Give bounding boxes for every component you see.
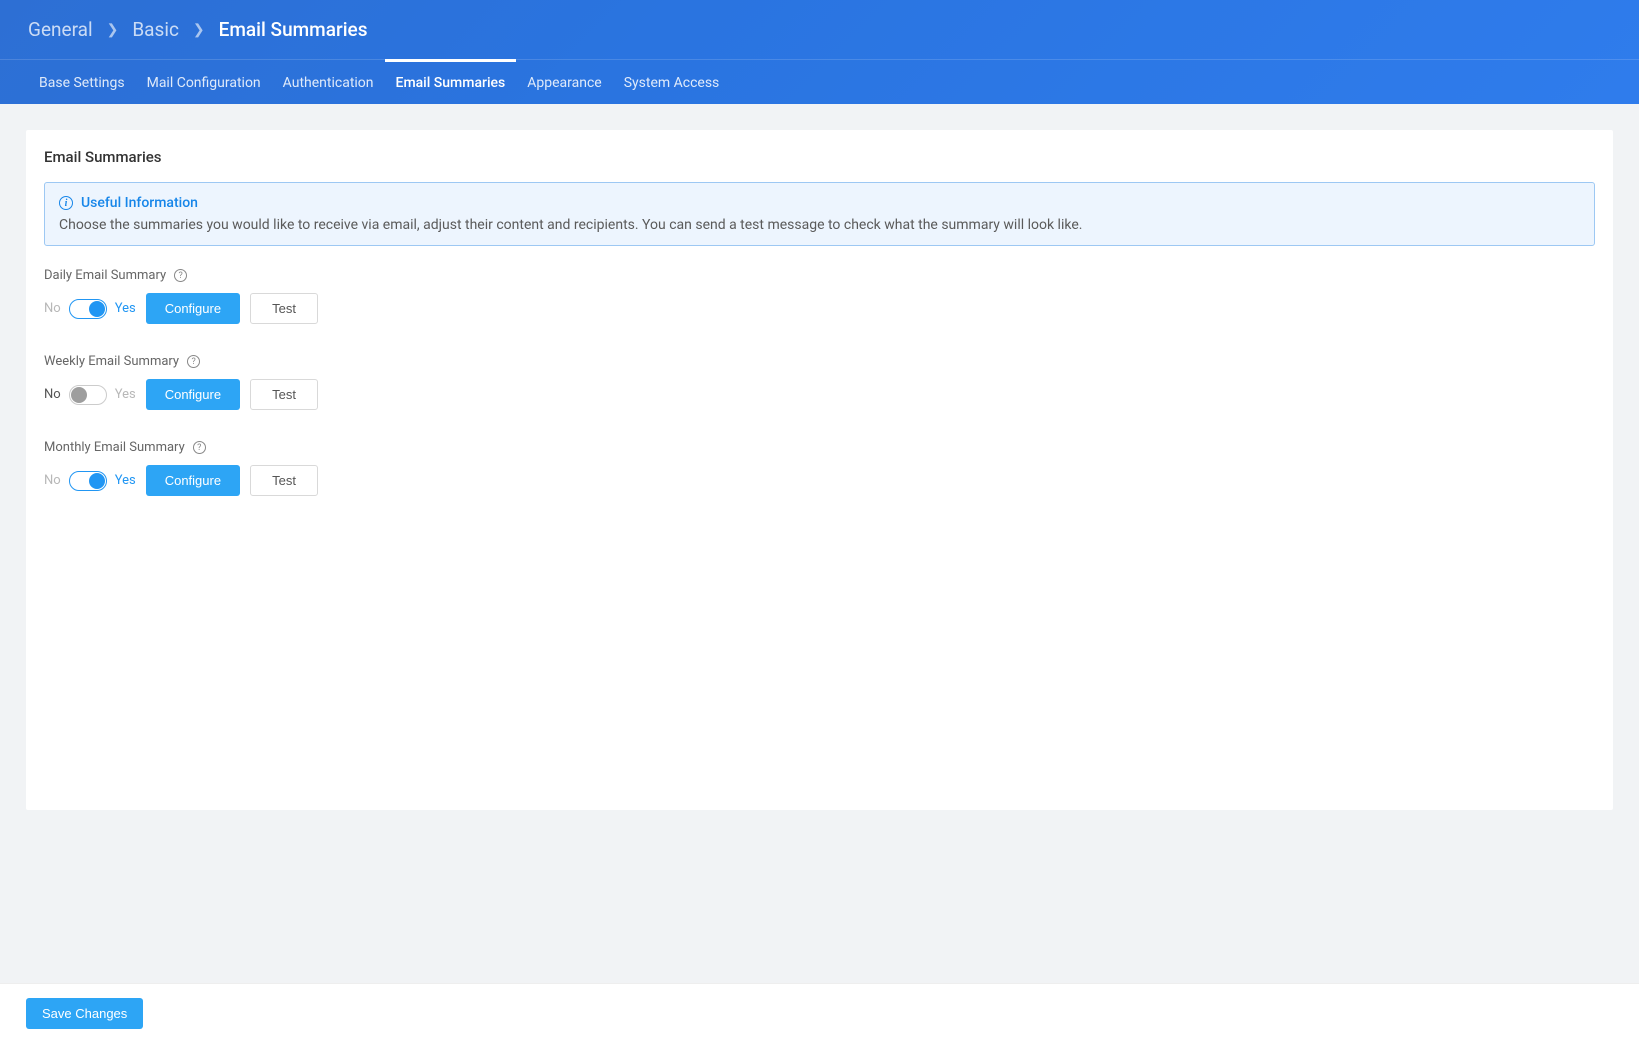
toggle-weekly-wrap: No Yes xyxy=(44,385,136,405)
breadcrumb: General ❯ Basic ❯ Email Summaries xyxy=(0,0,1639,59)
info-title-text: Useful Information xyxy=(81,195,198,211)
info-box: i Useful Information Choose the summarie… xyxy=(44,182,1595,246)
tab-bar: Base Settings Mail Configuration Authent… xyxy=(0,59,1639,104)
breadcrumb-email-summaries: Email Summaries xyxy=(219,18,368,41)
chevron-right-icon: ❯ xyxy=(193,22,205,38)
configure-weekly-button[interactable]: Configure xyxy=(146,379,240,410)
tab-authentication[interactable]: Authentication xyxy=(272,59,385,104)
toggle-monthly-wrap: No Yes xyxy=(44,471,136,491)
toggle-yes-label: Yes xyxy=(115,473,136,488)
info-icon: i xyxy=(59,196,73,210)
summary-weekly: Weekly Email Summary ? No Yes Configure … xyxy=(44,354,1595,410)
page-header: General ❯ Basic ❯ Email Summaries Base S… xyxy=(0,0,1639,104)
summary-monthly-label: Monthly Email Summary ? xyxy=(44,440,1595,455)
summary-daily: Daily Email Summary ? No Yes Configure T… xyxy=(44,268,1595,324)
configure-daily-button[interactable]: Configure xyxy=(146,293,240,324)
info-title: i Useful Information xyxy=(59,195,1580,211)
chevron-right-icon: ❯ xyxy=(107,22,119,38)
summary-daily-label: Daily Email Summary ? xyxy=(44,268,1595,283)
tab-appearance[interactable]: Appearance xyxy=(516,59,612,104)
tab-mail-configuration[interactable]: Mail Configuration xyxy=(136,59,272,104)
test-daily-button[interactable]: Test xyxy=(250,293,318,324)
toggle-daily[interactable] xyxy=(69,299,107,319)
section-title: Email Summaries xyxy=(44,148,1595,166)
summary-label-text: Weekly Email Summary xyxy=(44,354,179,369)
toggle-no-label: No xyxy=(44,387,61,402)
help-icon[interactable]: ? xyxy=(174,269,187,282)
toggle-yes-label: Yes xyxy=(115,387,136,402)
summary-label-text: Daily Email Summary xyxy=(44,268,166,283)
test-monthly-button[interactable]: Test xyxy=(250,465,318,496)
toggle-monthly[interactable] xyxy=(69,471,107,491)
summary-monthly: Monthly Email Summary ? No Yes Configure… xyxy=(44,440,1595,496)
tab-system-access[interactable]: System Access xyxy=(613,59,731,104)
test-weekly-button[interactable]: Test xyxy=(250,379,318,410)
toggle-weekly[interactable] xyxy=(69,385,107,405)
content-panel: Email Summaries i Useful Information Cho… xyxy=(26,130,1613,810)
summary-label-text: Monthly Email Summary xyxy=(44,440,185,455)
save-changes-button[interactable]: Save Changes xyxy=(26,998,143,1029)
toggle-yes-label: Yes xyxy=(115,301,136,316)
tab-base-settings[interactable]: Base Settings xyxy=(28,59,136,104)
toggle-no-label: No xyxy=(44,301,61,316)
help-icon[interactable]: ? xyxy=(187,355,200,368)
summary-weekly-label: Weekly Email Summary ? xyxy=(44,354,1595,369)
configure-monthly-button[interactable]: Configure xyxy=(146,465,240,496)
toggle-daily-wrap: No Yes xyxy=(44,299,136,319)
breadcrumb-general[interactable]: General xyxy=(28,18,93,41)
footer-bar: Save Changes xyxy=(0,983,1639,1043)
help-icon[interactable]: ? xyxy=(193,441,206,454)
breadcrumb-basic[interactable]: Basic xyxy=(132,18,179,41)
info-text: Choose the summaries you would like to r… xyxy=(59,217,1580,233)
toggle-no-label: No xyxy=(44,473,61,488)
tab-email-summaries[interactable]: Email Summaries xyxy=(385,59,517,104)
